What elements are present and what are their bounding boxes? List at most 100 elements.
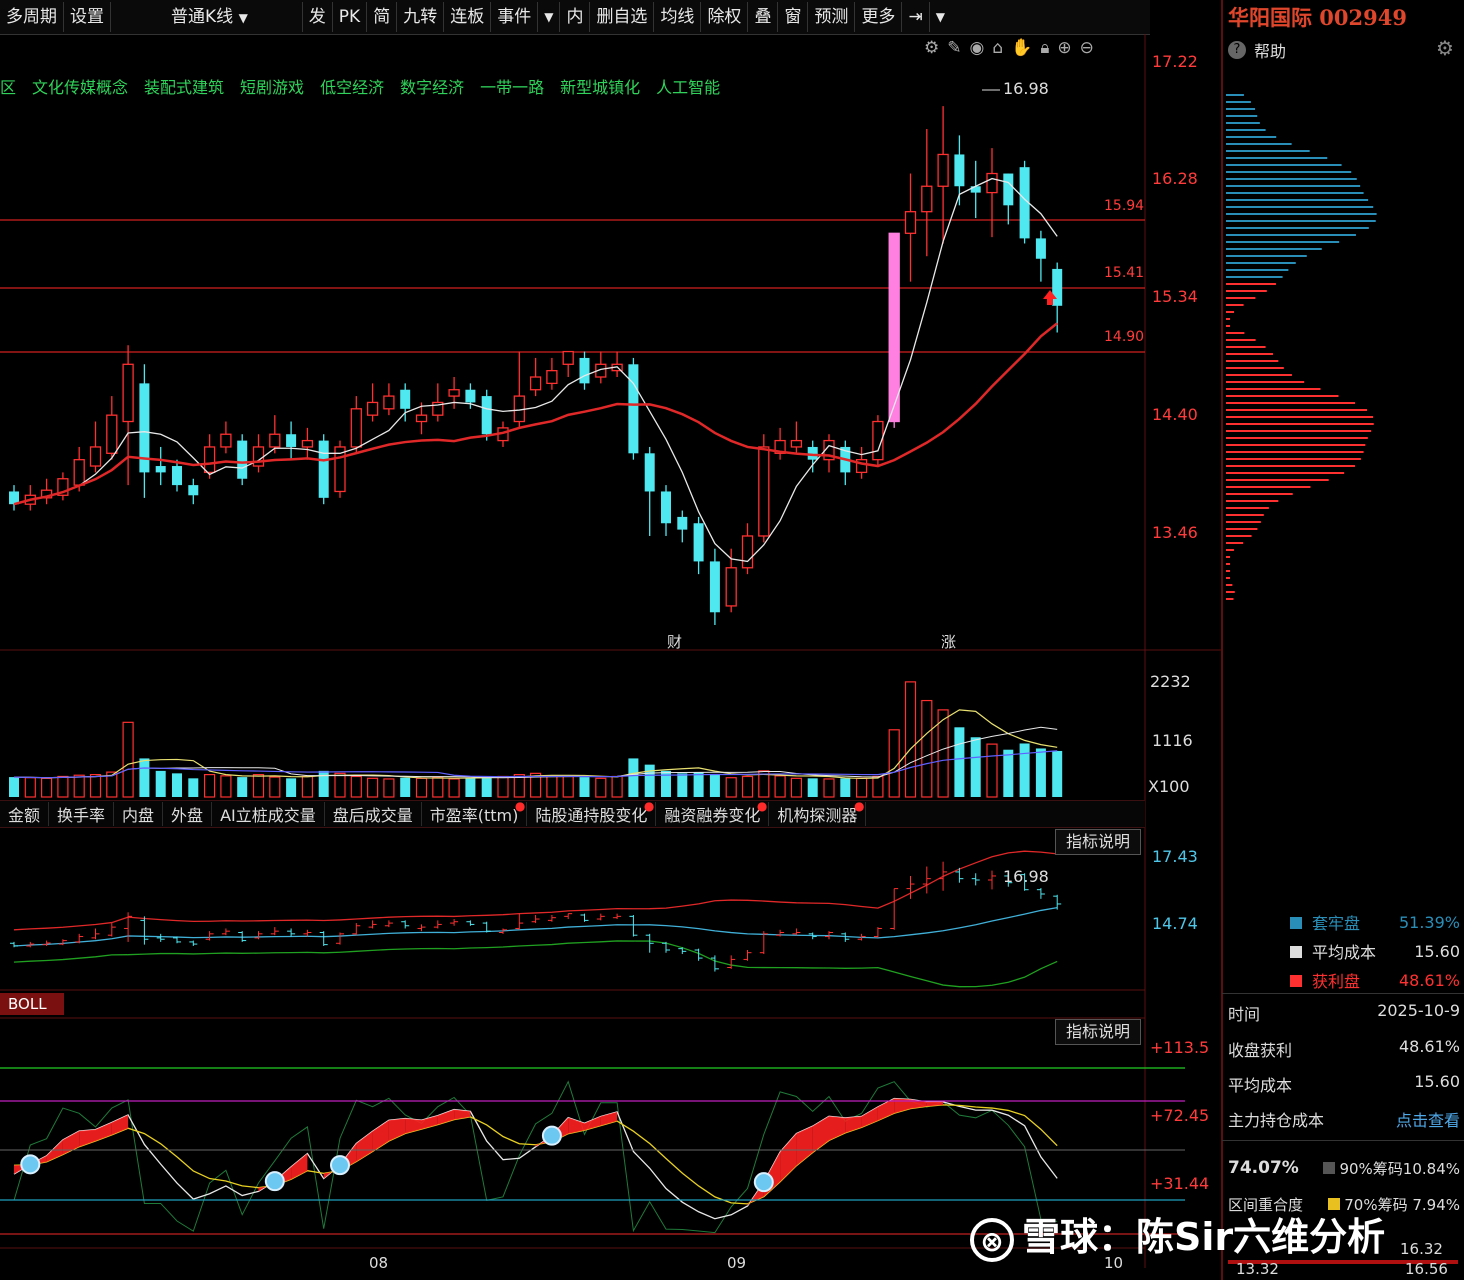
volume-bar: [954, 727, 965, 797]
candle-body: [954, 154, 965, 187]
indicator-explain-button[interactable]: 指标说明: [1055, 1019, 1142, 1045]
volume-bar: [481, 776, 492, 797]
volume-bar: [252, 773, 265, 798]
candle-body: [318, 440, 329, 498]
tab-outer[interactable]: 外盘: [163, 802, 213, 826]
candle-body: [106, 414, 118, 454]
date-label: 09: [727, 1254, 747, 1272]
volume-axis-label: 1116: [1152, 731, 1193, 750]
tab-turnover[interactable]: 换手率: [49, 802, 115, 826]
help-label: 帮助: [1254, 42, 1287, 61]
candle-body: [546, 370, 558, 385]
candle-body: [1035, 238, 1046, 259]
volume-bar: [823, 778, 835, 798]
tab-northbound[interactable]: 陆股通持股变化 ●: [527, 799, 657, 826]
candle-body: [383, 395, 395, 410]
tab-ai-volume[interactable]: AI立桩成交量: [212, 802, 325, 826]
tab-pe-ttm[interactable]: 市盈率(ttm) ●: [422, 799, 528, 826]
candle-body: [400, 389, 411, 409]
legend-swatch: [1290, 946, 1302, 958]
volume-bar: [415, 777, 428, 798]
volume-bar: [269, 776, 281, 798]
candle-body: [286, 434, 297, 447]
candle-body: [888, 232, 900, 423]
candle-body: [562, 350, 574, 365]
level-label: 14.90: [1104, 329, 1145, 345]
osc-axis-label: +31.44: [1150, 1174, 1210, 1193]
chip-distribution-group: [1226, 94, 1377, 600]
help-button[interactable]: ? 帮助: [1228, 38, 1286, 62]
candle-body: [970, 186, 981, 193]
volume-bar: [1019, 743, 1030, 797]
volume-bar: [334, 772, 346, 798]
volume-bar: [73, 774, 85, 798]
volume-bar: [350, 775, 362, 798]
volume-bar: [155, 770, 166, 797]
candle-body: [415, 414, 428, 423]
volume-bar: [1052, 750, 1063, 797]
tab-amount[interactable]: 金额: [0, 802, 50, 826]
candle-body: [677, 516, 688, 530]
candle-body: [350, 408, 362, 448]
tab-after-hours[interactable]: 盘后成交量: [325, 802, 422, 826]
candle-body: [921, 185, 933, 213]
level-label: 15.41: [1104, 265, 1145, 281]
candle-body: [904, 211, 917, 234]
tab-margin[interactable]: 融资融券变化 ●: [656, 799, 770, 826]
volume-bar: [400, 777, 411, 797]
volume-bar: [611, 775, 623, 798]
volume-bar: [57, 775, 69, 798]
tab-institution[interactable]: 机构探测器 ●: [769, 799, 867, 826]
boll-axis-label: 14.74: [1152, 914, 1198, 933]
volume-bar: [807, 778, 818, 797]
volume-axis-label: X100: [1148, 777, 1190, 796]
volume-bar: [24, 777, 36, 798]
volume-bar: [986, 743, 998, 798]
range-low: 13.32: [1236, 1260, 1279, 1278]
candle-body: [220, 433, 232, 448]
legend-label: 套牢盘: [1312, 914, 1361, 933]
candle-body: [73, 459, 85, 486]
view-main-cost-link[interactable]: 点击查看: [1396, 1107, 1460, 1131]
volume-bar: [367, 777, 379, 798]
candle-body: [89, 446, 102, 467]
candle-body: [481, 396, 492, 435]
earnings-marker[interactable]: 财: [667, 631, 682, 652]
candles-group: [9, 106, 1063, 625]
divider: [1222, 1140, 1464, 1141]
legend-avg-cost: 平均成本 15.60: [1290, 939, 1460, 963]
range-mid: 16.32: [1400, 1240, 1443, 1258]
row-concentration90: 74.07% 90%筹码10.84%: [1228, 1158, 1460, 1178]
row-main-cost: 主力持仓成本 点击查看: [1228, 1107, 1460, 1131]
candle-body: [986, 172, 998, 194]
boll-tag[interactable]: BOLL: [0, 993, 64, 1015]
volume-bar: [122, 721, 134, 798]
tab-inner[interactable]: 内盘: [114, 802, 164, 826]
watermark-logo-icon: ⊗: [970, 1217, 1014, 1262]
divider: [1222, 993, 1464, 994]
osc-fill: [405, 1118, 422, 1134]
candle-body: [203, 446, 216, 474]
panel-settings-gear-icon[interactable]: ⚙: [1436, 36, 1454, 60]
volume-bar: [40, 777, 53, 798]
volume-bar: [139, 758, 150, 797]
candle-body: [579, 357, 590, 384]
row-avg-cost: 平均成本 15.60: [1228, 1072, 1460, 1095]
candle-body: [741, 535, 754, 569]
legend-value: 15.60: [1414, 941, 1460, 961]
candle-body: [937, 153, 949, 187]
legend-swatch: [1290, 917, 1302, 929]
volume-bar: [562, 775, 574, 798]
legend-label: 获利盘: [1312, 972, 1361, 991]
volume-bar: [855, 777, 868, 798]
limit-up-marker[interactable]: 涨: [941, 631, 956, 652]
candle-body: [366, 401, 379, 416]
candle-body: [661, 491, 671, 524]
candle-body: [465, 389, 476, 403]
indicator-tabs: 金额 换手率 内盘 外盘 AI立桩成交量 盘后成交量 市盈率(ttm) ● 陆股通…: [0, 799, 1145, 828]
volume-bar: [725, 777, 737, 798]
volume-bar: [220, 775, 232, 798]
volume-axis-label: 2232: [1150, 672, 1191, 691]
candle-body: [252, 446, 265, 467]
indicator-explain-button[interactable]: 指标说明: [1055, 829, 1142, 855]
